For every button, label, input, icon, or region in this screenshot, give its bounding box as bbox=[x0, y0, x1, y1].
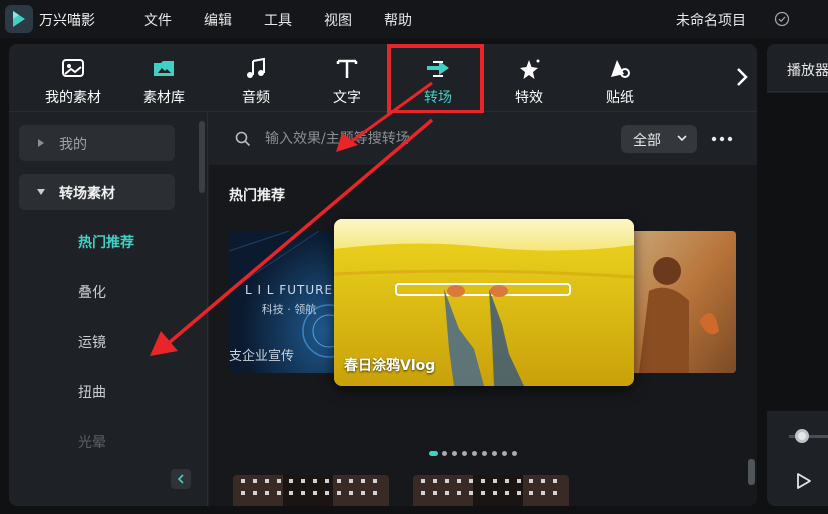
saved-check-icon bbox=[774, 11, 790, 27]
filter-value: 全部 bbox=[633, 133, 661, 149]
chevron-right-icon[interactable] bbox=[735, 66, 749, 88]
caret-right-icon bbox=[38, 139, 44, 147]
sidebar-scrollbar[interactable] bbox=[199, 121, 205, 193]
menu-help[interactable]: 帮助 bbox=[384, 10, 412, 30]
carousel-dot[interactable] bbox=[472, 451, 477, 456]
sidebar-item-label: 我的 bbox=[59, 137, 87, 153]
menu-view[interactable]: 视图 bbox=[324, 10, 352, 30]
card-left-caption: 支企业宣传 bbox=[229, 349, 295, 364]
carousel-card-left[interactable]: L I L FUTURE 科技 · 领航 支企业宣传 bbox=[229, 231, 349, 373]
tab-label: 我的素材 bbox=[45, 90, 101, 106]
content-area: 全部 热门推荐 bbox=[209, 113, 757, 506]
sidebar-sub-camera-move[interactable]: 运镜 bbox=[78, 332, 106, 352]
tab-sticker[interactable]: 贴纸 bbox=[577, 44, 663, 112]
sticker-icon bbox=[611, 60, 630, 78]
tab-effects[interactable]: 特效 bbox=[486, 44, 572, 112]
music-note-icon bbox=[247, 57, 265, 78]
toolbar-tabs: 我的素材 素材库 音频 文字 转场 特效 贴纸 bbox=[9, 44, 757, 114]
search-input[interactable] bbox=[265, 127, 605, 151]
caret-down-icon bbox=[37, 189, 45, 195]
carousel-dot[interactable] bbox=[482, 451, 487, 456]
sidebar-sub-dissolve[interactable]: 叠化 bbox=[78, 282, 106, 302]
thumbnail-image bbox=[413, 475, 569, 506]
sidebar-sub-hot[interactable]: 热门推荐 bbox=[78, 232, 134, 252]
card-left-line2: 科技 · 领航 bbox=[261, 303, 317, 316]
search-icon bbox=[235, 131, 251, 147]
carousel-dot[interactable] bbox=[442, 451, 447, 456]
transition-thumbnail[interactable] bbox=[233, 475, 389, 506]
tab-label: 贴纸 bbox=[606, 90, 634, 106]
menu-edit[interactable]: 编辑 bbox=[204, 10, 232, 30]
filter-dropdown[interactable]: 全部 bbox=[621, 125, 697, 153]
featured-card-caption: 春日涂鸦Vlog bbox=[344, 358, 436, 374]
carousel-card-right[interactable] bbox=[629, 231, 736, 373]
card-left-line1: L I L FUTURE bbox=[244, 283, 334, 297]
app-logo-icon bbox=[5, 5, 33, 33]
annotation-highlight-box bbox=[387, 44, 484, 114]
collapse-sidebar-button[interactable] bbox=[171, 469, 191, 489]
card-thumbnail bbox=[629, 231, 736, 373]
app-name: 万兴喵影 bbox=[39, 13, 95, 29]
play-icon[interactable] bbox=[796, 472, 812, 490]
carousel-dots bbox=[429, 449, 549, 457]
tab-label: 特效 bbox=[515, 90, 543, 106]
stock-library-icon bbox=[154, 61, 174, 76]
chevron-down-icon bbox=[677, 135, 687, 142]
sidebar-sub-glow[interactable]: 光晕 bbox=[78, 432, 106, 452]
sidebar-item-label: 转场素材 bbox=[59, 186, 115, 202]
player-title: 播放器 bbox=[787, 63, 828, 79]
media-panel: 我的素材 素材库 音频 文字 转场 特效 贴纸 我的 转场素材 热门推荐 叠化 … bbox=[9, 44, 757, 506]
tab-text[interactable]: 文字 bbox=[304, 44, 390, 112]
project-name[interactable]: 未命名项目 bbox=[676, 10, 746, 30]
tab-my-media[interactable]: 我的素材 bbox=[30, 44, 116, 112]
text-icon bbox=[336, 59, 358, 78]
category-sidebar: 我的 转场素材 热门推荐 叠化 运镜 扭曲 光晕 bbox=[9, 113, 208, 506]
tab-label: 素材库 bbox=[143, 90, 185, 106]
section-title: 热门推荐 bbox=[229, 188, 285, 204]
transition-thumbnail[interactable] bbox=[413, 475, 569, 506]
tab-label: 文字 bbox=[333, 90, 361, 106]
menu-bar: 万兴喵影 文件 编辑 工具 视图 帮助 未命名项目 bbox=[0, 0, 828, 38]
carousel-dot[interactable] bbox=[429, 451, 438, 456]
sidebar-item-transition-assets[interactable]: 转场素材 bbox=[19, 174, 175, 210]
content-scrollbar[interactable] bbox=[748, 459, 755, 485]
tab-label: 音频 bbox=[242, 90, 270, 106]
effects-sparkle-icon bbox=[520, 59, 540, 79]
tab-audio[interactable]: 音频 bbox=[213, 44, 299, 112]
thumbnail-image bbox=[233, 475, 389, 506]
player-header: 播放器 bbox=[767, 44, 828, 92]
playback-slider-knob[interactable] bbox=[795, 429, 809, 443]
chevron-left-icon bbox=[177, 474, 184, 484]
my-media-icon bbox=[62, 59, 84, 77]
search-bar: 全部 bbox=[209, 113, 757, 165]
sidebar-sub-distort[interactable]: 扭曲 bbox=[78, 382, 106, 402]
menu-file[interactable]: 文件 bbox=[144, 10, 172, 30]
carousel-dot[interactable] bbox=[492, 451, 497, 456]
menu-tools[interactable]: 工具 bbox=[264, 10, 292, 30]
player-preview bbox=[767, 93, 828, 411]
carousel-dot[interactable] bbox=[462, 451, 467, 456]
player-panel: 播放器 bbox=[767, 44, 828, 506]
tab-stock-library[interactable]: 素材库 bbox=[121, 44, 207, 112]
carousel-card-featured[interactable]: 春日涂鸦Vlog bbox=[334, 219, 634, 386]
carousel-dot[interactable] bbox=[452, 451, 457, 456]
sidebar-item-mine[interactable]: 我的 bbox=[19, 125, 175, 161]
app-window: 万兴喵影 文件 编辑 工具 视图 帮助 未命名项目 我的素材 素材库 音频 文字… bbox=[0, 0, 828, 514]
more-options-icon[interactable] bbox=[709, 126, 735, 152]
carousel-dot[interactable] bbox=[512, 451, 517, 456]
carousel-dot[interactable] bbox=[502, 451, 507, 456]
